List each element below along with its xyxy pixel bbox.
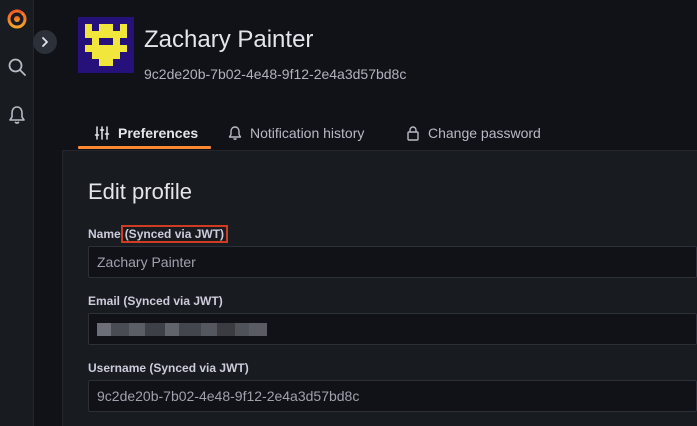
username-field[interactable]: 9c2de20b-7b02-4e48-9f12-2e4a3d57bd8c: [88, 380, 697, 412]
user-uid: 9c2de20b-7b02-4e48-9f12-2e4a3d57bd8c: [144, 66, 407, 82]
search-icon[interactable]: [5, 55, 29, 79]
tab-notification-history-label: Notification history: [250, 125, 365, 141]
tab-change-password[interactable]: Change password: [406, 118, 541, 148]
tab-preferences-label: Preferences: [118, 125, 199, 141]
page-title: Zachary Painter: [144, 26, 314, 53]
avatar: [78, 17, 134, 73]
name-label-text: Name: [88, 227, 121, 241]
active-tab-indicator: [78, 146, 211, 149]
edit-profile-heading: Edit profile: [88, 179, 192, 204]
sliders-icon: [94, 126, 110, 140]
tab-notification-history[interactable]: Notification history: [228, 118, 364, 148]
edit-profile-panel: Edit profile Name (Synced via JWT) Zachar…: [62, 150, 697, 426]
tab-change-password-label: Change password: [428, 125, 541, 141]
email-field[interactable]: [88, 313, 697, 345]
main-content: Zachary Painter 9c2de20b-7b02-4e48-9f12-…: [34, 0, 697, 426]
synced-via-jwt-highlight: (Synced via JWT): [120, 225, 229, 243]
tab-preferences[interactable]: Preferences: [94, 118, 198, 148]
bell-icon[interactable]: [5, 103, 29, 127]
sidebar: [0, 0, 34, 426]
name-label: Name (Synced via JWT): [88, 225, 229, 243]
redacted-email: [97, 322, 267, 336]
username-label: Username (Synced via JWT): [88, 361, 249, 375]
lock-icon: [407, 126, 419, 141]
grafana-logo-icon[interactable]: [5, 6, 29, 30]
bell-icon: [228, 126, 242, 140]
name-field[interactable]: Zachary Painter: [88, 246, 697, 278]
email-label: Email (Synced via JWT): [88, 294, 223, 308]
